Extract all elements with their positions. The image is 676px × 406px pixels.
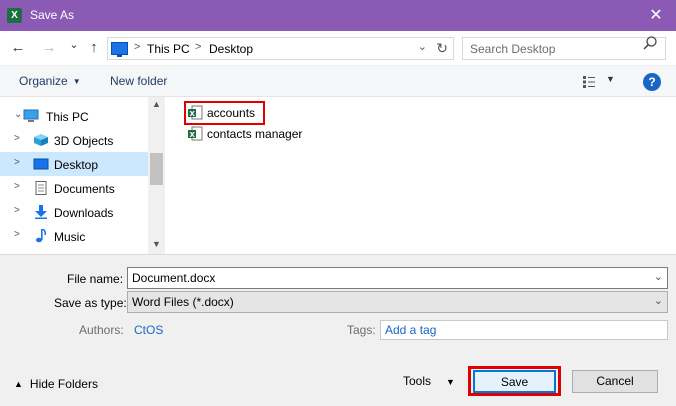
hide-folders-button[interactable]: ▲ Hide Folders — [14, 377, 98, 391]
file-name-field[interactable]: Document.docx ⌄ — [127, 267, 668, 289]
computer-icon — [23, 109, 39, 122]
caret-down-icon: ▼ — [72, 77, 81, 86]
hide-folders-label: Hide Folders — [29, 377, 98, 391]
svg-text:X: X — [190, 131, 196, 139]
tree-item-label: 3D Objects — [54, 134, 114, 148]
help-button[interactable]: ? — [643, 73, 661, 91]
organize-button[interactable]: Organize ▼ — [19, 74, 81, 88]
save-as-type-select[interactable]: Word Files (*.docx) ⌄ — [127, 291, 668, 313]
view-dropdown-icon[interactable]: ▼ — [606, 74, 615, 84]
chevron-down-icon[interactable]: ⌄ — [654, 294, 663, 307]
excel-file-icon: X — [188, 126, 203, 141]
search-input[interactable] — [462, 37, 666, 60]
authors-value[interactable]: CtOS — [134, 323, 163, 337]
documents-icon — [35, 181, 47, 195]
save-as-type-label: Save as type: — [54, 296, 127, 310]
chevron-down-icon[interactable]: ⌄ — [654, 270, 663, 283]
breadcrumb-this-pc[interactable]: This PC — [147, 42, 190, 56]
caret-up-icon: ▲ — [14, 379, 23, 389]
caret-down-icon: ▼ — [446, 377, 455, 387]
cancel-button[interactable]: Cancel — [572, 370, 658, 393]
breadcrumb-separator-icon: > — [134, 41, 141, 53]
scroll-down-icon[interactable]: ▼ — [152, 239, 161, 249]
scroll-up-icon[interactable]: ▲ — [152, 99, 161, 109]
tree-item-label: Downloads — [54, 206, 114, 220]
expand-chevron-icon[interactable]: > — [14, 181, 20, 192]
file-name-label: accounts — [207, 106, 256, 120]
window-title: Save As — [30, 8, 75, 22]
new-folder-button[interactable]: New folder — [110, 74, 167, 88]
tools-menu-button[interactable]: Tools ▼ — [403, 374, 455, 388]
save-as-type-value: Word Files (*.docx) — [132, 295, 234, 309]
expand-chevron-icon[interactable]: > — [14, 205, 20, 216]
tags-label: Tags: — [347, 323, 376, 337]
tree-item-label: Music — [54, 230, 86, 244]
navigation-bar: ← → ⌄ ↑ > This PC > Desktop ⌄ ↻ — [0, 31, 676, 65]
address-dropdown-icon[interactable]: ⌄ — [418, 40, 427, 53]
save-button[interactable]: Save — [473, 370, 556, 393]
this-pc-icon — [111, 42, 128, 57]
tags-input[interactable] — [380, 320, 668, 340]
address-bar[interactable]: > This PC > Desktop ⌄ ↻ — [107, 37, 454, 60]
breadcrumb-desktop[interactable]: Desktop — [209, 42, 253, 56]
tree-scrollbar[interactable]: ▲ ▼ — [148, 97, 165, 254]
tree-item-label: This PC — [46, 110, 89, 124]
tree-item-3d-objects[interactable]: > 3D Objects — [0, 128, 148, 152]
3d-objects-icon — [34, 134, 48, 146]
expand-chevron-icon[interactable]: > — [14, 133, 20, 144]
back-arrow-icon[interactable]: ← — [8, 37, 28, 59]
tree-item-label: Desktop — [54, 158, 99, 172]
command-toolbar: Organize ▼ New folder ▼ ? — [0, 65, 676, 97]
tree-item-this-pc[interactable]: ⌄ This PC — [0, 104, 148, 128]
svg-text:X: X — [190, 110, 196, 118]
title-bar: X Save As ✕ — [0, 0, 676, 31]
expand-chevron-icon[interactable]: > — [14, 157, 20, 168]
save-highlight-box: Save — [468, 366, 561, 396]
breadcrumb-separator-icon: > — [195, 41, 202, 53]
organize-label: Organize — [19, 74, 68, 88]
forward-arrow-icon[interactable]: → — [39, 37, 59, 59]
file-name-value: Document.docx — [132, 271, 216, 285]
authors-label: Authors: — [79, 323, 124, 337]
file-name-label: contacts manager — [207, 127, 303, 141]
recent-locations-chevron-icon[interactable]: ⌄ — [64, 34, 84, 56]
excel-app-icon: X — [7, 8, 22, 23]
file-list: X accounts X contacts manager — [166, 97, 676, 254]
up-arrow-icon[interactable]: ↑ — [84, 37, 104, 59]
tree-item-documents[interactable]: > Documents — [0, 176, 148, 200]
tree-item-downloads[interactable]: > Downloads — [0, 200, 148, 224]
refresh-icon[interactable]: ↻ — [436, 40, 448, 57]
file-item-accounts[interactable]: X accounts — [184, 101, 265, 125]
view-options-icon[interactable] — [582, 75, 596, 89]
search-icon[interactable] — [642, 35, 658, 51]
save-form: File name: Document.docx ⌄ Save as type:… — [0, 254, 676, 406]
file-name-field-label: File name: — [67, 272, 124, 286]
tree-item-desktop[interactable]: > Desktop — [0, 152, 148, 176]
close-icon[interactable]: ✕ — [636, 0, 676, 31]
scroll-thumb[interactable] — [150, 153, 163, 185]
music-icon — [36, 229, 46, 243]
tree-item-label: Documents — [54, 182, 115, 196]
excel-file-icon: X — [188, 105, 203, 120]
tools-label: Tools — [403, 374, 432, 388]
navigation-pane: ⌄ This PC > 3D Objects > Desktop > Docum… — [0, 97, 165, 254]
tree-item-music[interactable]: > Music — [0, 224, 148, 248]
expand-chevron-icon[interactable]: > — [14, 229, 20, 240]
file-item-contacts-manager[interactable]: X contacts manager — [184, 124, 324, 144]
collapse-chevron-icon[interactable]: ⌄ — [14, 109, 22, 120]
desktop-icon — [33, 158, 49, 170]
downloads-icon — [35, 205, 47, 219]
